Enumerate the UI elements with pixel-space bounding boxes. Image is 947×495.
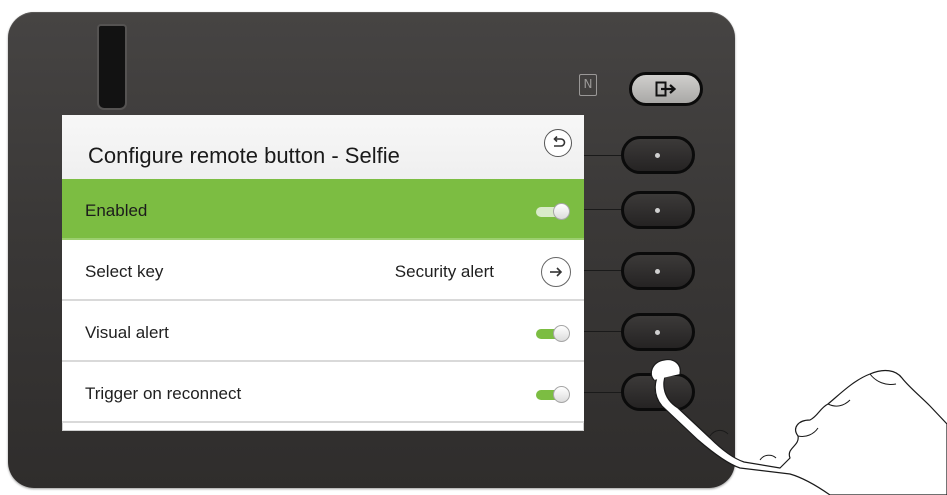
- trigger-on-reconnect-toggle[interactable]: [536, 386, 570, 404]
- page-title: Configure remote button - Selfie: [88, 143, 400, 168]
- key-connector-line: [584, 392, 624, 393]
- row-label: Trigger on reconnect: [85, 384, 242, 403]
- forward-button[interactable]: [541, 257, 571, 287]
- nfc-icon: N: [579, 74, 597, 96]
- logout-button[interactable]: [629, 72, 703, 106]
- arrow-right-icon: [550, 267, 563, 277]
- logout-icon: [655, 81, 677, 97]
- row-select-key[interactable]: Select key Security alert: [62, 240, 584, 301]
- softkey-3[interactable]: [621, 252, 695, 290]
- softkey-1[interactable]: [621, 136, 695, 174]
- display-screen: Configure remote button - Selfie Enabled…: [62, 115, 584, 431]
- back-arrow-icon: [553, 136, 566, 147]
- camera-slider[interactable]: [99, 26, 125, 108]
- back-button[interactable]: [544, 129, 572, 157]
- enabled-toggle[interactable]: [536, 203, 570, 221]
- row-visual-alert[interactable]: Visual alert: [62, 301, 584, 362]
- key-connector-line: [584, 155, 624, 156]
- softkey-4[interactable]: [621, 313, 695, 351]
- softkey-2[interactable]: [621, 191, 695, 229]
- hand-pointer-icon: [650, 359, 947, 495]
- key-connector-line: [584, 209, 624, 210]
- row-enabled[interactable]: Enabled: [62, 179, 584, 240]
- row-value: Security alert: [394, 262, 494, 281]
- row-label: Select key: [85, 262, 164, 281]
- key-connector-line: [584, 270, 624, 271]
- row-label: Visual alert: [85, 323, 169, 342]
- row-label: Enabled: [85, 201, 148, 220]
- visual-alert-toggle[interactable]: [536, 325, 570, 343]
- screen-header: Configure remote button - Selfie: [62, 115, 584, 183]
- row-trigger-on-reconnect[interactable]: Trigger on reconnect: [62, 362, 584, 423]
- key-connector-line: [584, 331, 624, 332]
